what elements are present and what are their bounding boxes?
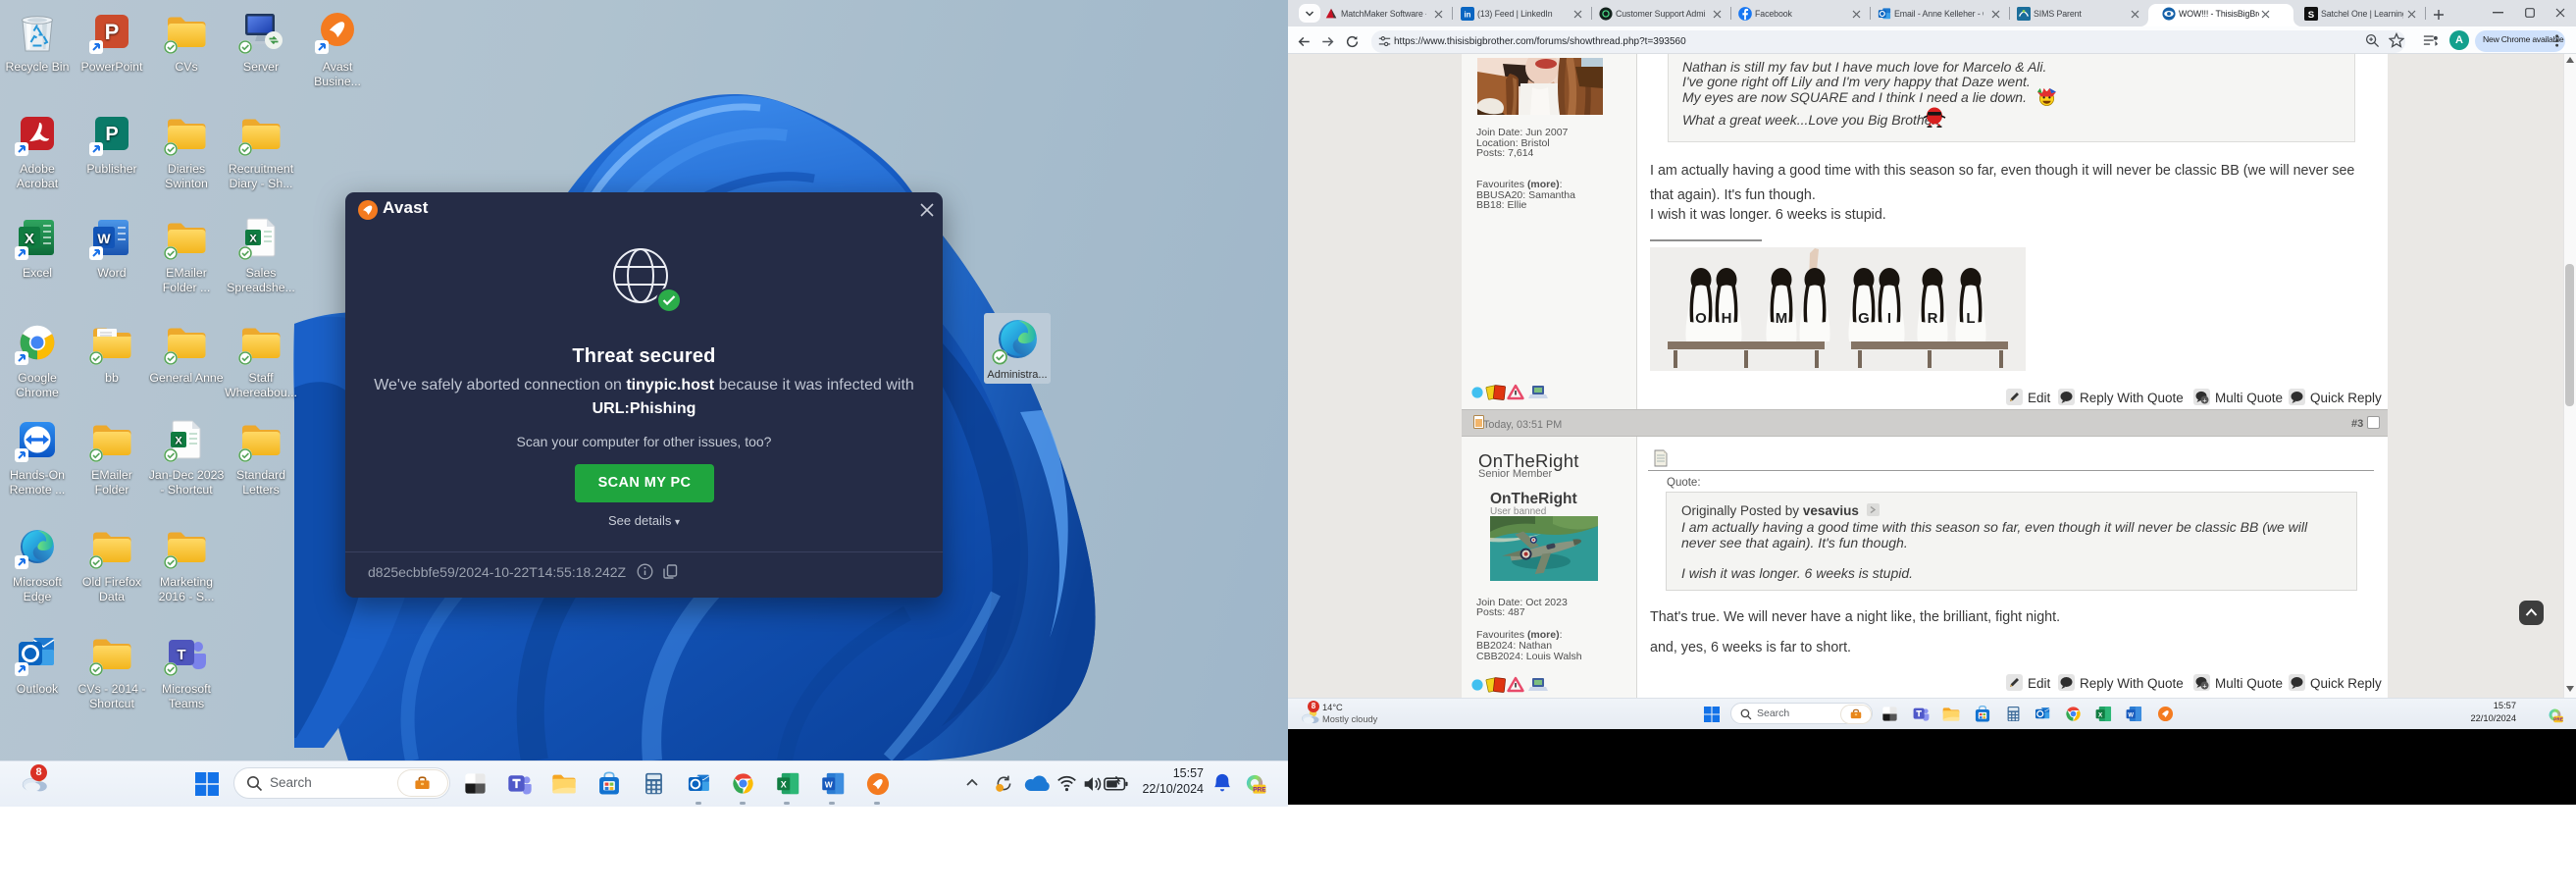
svg-text:PRE: PRE (2553, 717, 2563, 723)
svg-text:P: P (105, 124, 118, 145)
svg-text:PRE: PRE (1253, 787, 1266, 794)
svg-text:M: M (1776, 310, 1788, 327)
svg-text:H: H (1722, 310, 1732, 327)
svg-text:+: + (2202, 395, 2207, 404)
svg-text:P: P (105, 20, 120, 44)
svg-text:X: X (175, 436, 182, 447)
svg-text:S: S (2308, 10, 2315, 21)
svg-text:X: X (25, 231, 34, 247)
svg-text:X: X (249, 234, 257, 245)
svg-text:W: W (825, 779, 833, 789)
svg-text:O: O (1695, 310, 1707, 327)
svg-text:+: + (2202, 681, 2207, 690)
svg-text:X: X (781, 779, 787, 789)
svg-text:W: W (97, 231, 111, 246)
svg-text:L: L (1966, 310, 1975, 327)
svg-text:R: R (1928, 310, 1938, 327)
svg-text:T: T (177, 647, 185, 663)
svg-text:in: in (1465, 11, 1471, 20)
svg-text:G: G (1858, 310, 1870, 327)
svg-text:W: W (2128, 712, 2134, 718)
svg-text:I: I (1887, 310, 1891, 327)
